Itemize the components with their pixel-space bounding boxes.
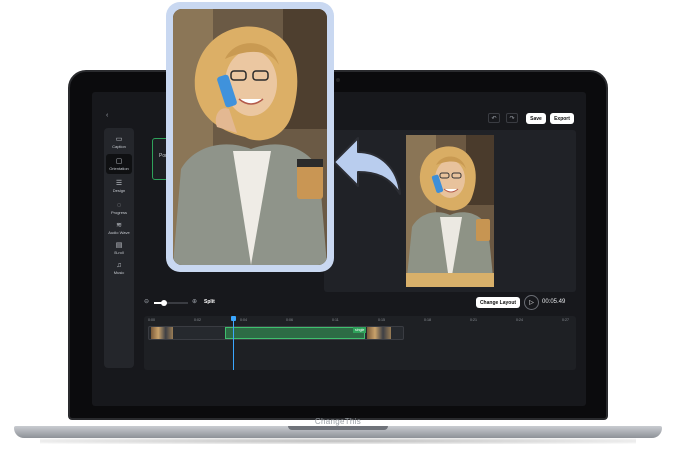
timeline-tick-label: 0:04 [240, 318, 247, 322]
playhead[interactable] [233, 316, 234, 370]
undo-icon[interactable]: ↶ [488, 113, 500, 123]
timeline-track-area[interactable]: single 0:00 0:02 0:04 0:06 0:11 0:15 0:18 0:21 0… [144, 316, 576, 370]
timeline-tick-label: 0:06 [286, 318, 293, 322]
curved-arrow-icon [333, 137, 401, 195]
sidebar-item-label: Design [112, 187, 126, 193]
timeline-tick-label: 0:18 [424, 318, 431, 322]
portrait-photo-large [173, 9, 327, 265]
playhead-handle[interactable] [231, 316, 236, 321]
video-track[interactable]: single [148, 326, 404, 340]
audio-wave-icon: ≋ [116, 221, 122, 229]
sidebar-item-design[interactable]: ☰ Design [106, 176, 132, 196]
playback-time: 00:05.49 [542, 299, 566, 305]
timeline-tick-label: 0:15 [378, 318, 385, 322]
timeline-tick-label: 0:02 [194, 318, 201, 322]
editor-sidebar: ▭ Caption ▢ Orientation ☰ Design ◌ Progr… [104, 128, 134, 368]
timeline-tick-label: 0:24 [516, 318, 523, 322]
zoom-out-icon[interactable]: ⊖ [144, 298, 149, 305]
timeline-tick-label: 0:11 [332, 318, 339, 322]
timeline-tick-label: 0:21 [470, 318, 477, 322]
sidebar-item-label: Caption [112, 143, 126, 149]
sidebar-item-label: Music [113, 269, 125, 275]
sidebar-item-b-roll[interactable]: ▤ B-roll [106, 238, 132, 258]
portrait-preview-image [173, 9, 327, 265]
portrait-preview-card [166, 2, 334, 272]
selected-clip[interactable] [225, 327, 365, 339]
play-icon: ▷ [529, 300, 534, 306]
progress-icon: ◌ [116, 201, 122, 209]
orientation-icon: ▢ [115, 157, 123, 165]
caption-icon: ▭ [115, 135, 123, 143]
sidebar-item-orientation[interactable]: ▢ Orientation [106, 154, 132, 174]
laptop-notch [288, 426, 388, 430]
music-icon: ♫ [116, 261, 122, 269]
marketing-hero: ‹ ▭ Caption ▢ Orientation ☰ Design ◌ Pro… [0, 0, 676, 450]
laptop-brand-label: ChangeThis [314, 417, 362, 426]
design-icon: ☰ [115, 179, 123, 187]
timeline-controls: ⊖ ⊕ Split Change Layout ▷ 00:05.49 [144, 295, 576, 310]
sidebar-item-label: Orientation [109, 165, 129, 171]
clip-thumbnail [151, 327, 173, 339]
play-button[interactable]: ▷ [524, 295, 539, 310]
save-button[interactable]: Save [526, 113, 546, 124]
clip-thumbnail [367, 327, 391, 339]
zoom-in-icon[interactable]: ⊕ [192, 298, 197, 305]
portrait-photo-small [406, 135, 494, 287]
split-button[interactable]: Split [204, 299, 215, 305]
back-icon[interactable]: ‹ [106, 112, 108, 119]
change-layout-button[interactable]: Change Layout [476, 297, 520, 308]
timeline-tick-label: 0:00 [148, 318, 155, 322]
timeline-tick-label: 0:27 [562, 318, 569, 322]
zoom-slider-handle[interactable] [161, 300, 168, 306]
sidebar-item-label: Audio Wave [108, 229, 130, 235]
zoom-slider[interactable] [154, 300, 188, 306]
redo-icon[interactable]: ↷ [506, 113, 518, 123]
export-button[interactable]: Export [550, 113, 574, 124]
clip-tag: single [353, 327, 367, 333]
laptop-camera [336, 78, 340, 82]
sidebar-item-progress[interactable]: ◌ Progress [106, 198, 132, 218]
sidebar-item-label: Progress [110, 209, 127, 215]
video-preview-frame[interactable] [406, 135, 494, 287]
sidebar-item-caption[interactable]: ▭ Caption [106, 132, 132, 152]
b-roll-icon: ▤ [115, 241, 123, 249]
sidebar-item-label: B-roll [114, 249, 124, 255]
laptop-shadow [40, 438, 636, 444]
sidebar-item-music[interactable]: ♫ Music [106, 258, 132, 278]
sidebar-item-audio-wave[interactable]: ≋ Audio Wave [106, 218, 132, 238]
